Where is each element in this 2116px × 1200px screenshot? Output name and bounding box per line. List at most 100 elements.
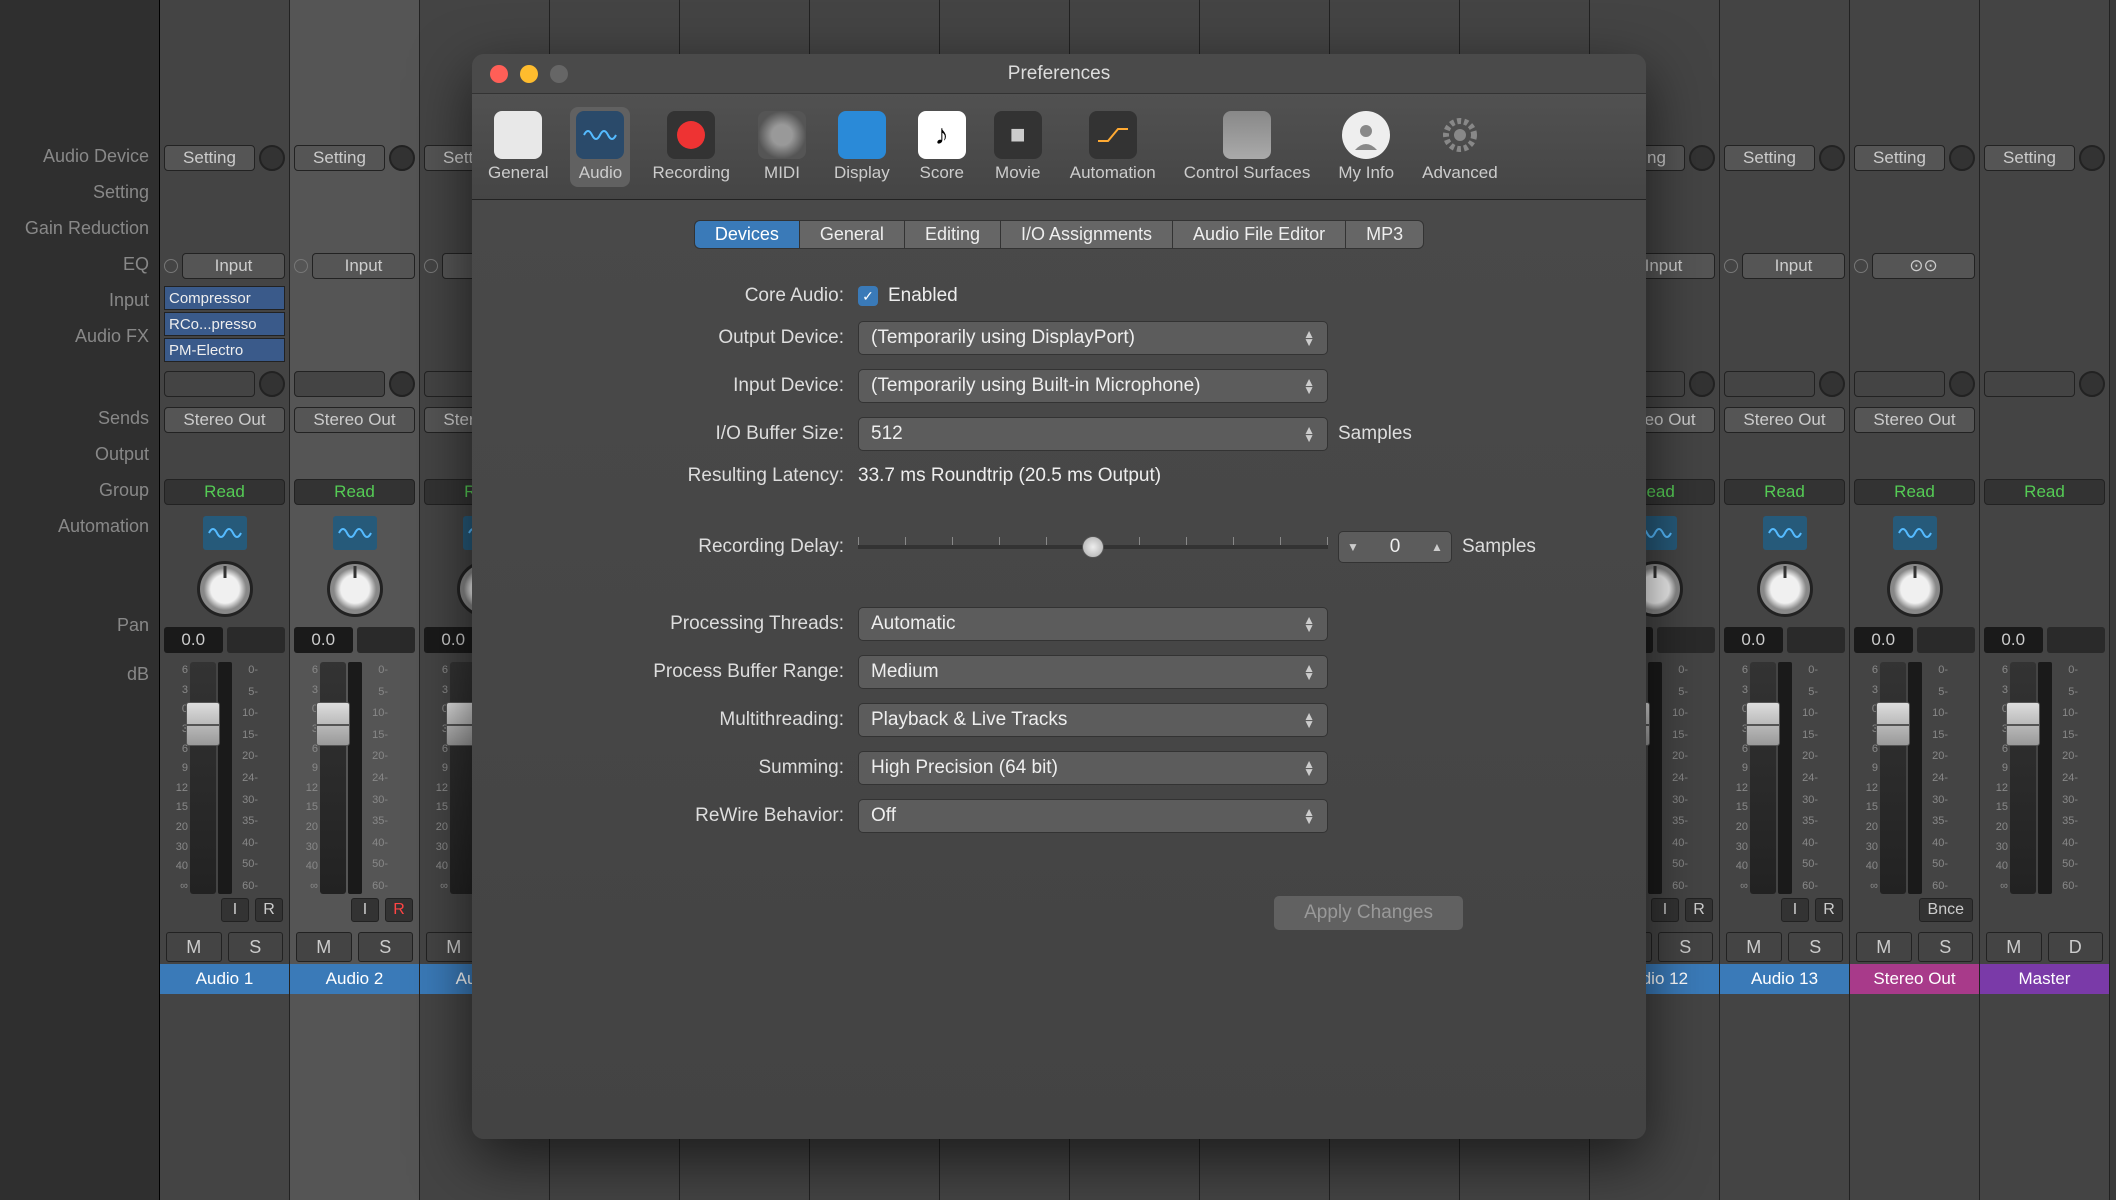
subtab-editing[interactable]: Editing [904, 220, 1000, 249]
tab-advanced[interactable]: Advanced [1416, 107, 1504, 187]
buffer-size-select[interactable]: 512▲▼ [858, 417, 1328, 451]
gain-knob[interactable] [1949, 145, 1975, 171]
waveform-icon[interactable] [1763, 516, 1807, 550]
tab-midi[interactable]: MIDI [752, 107, 812, 187]
output-button[interactable]: Stereo Out [164, 407, 285, 433]
bounce-button[interactable]: Bnce [1919, 898, 1973, 922]
mute-button[interactable]: M [1856, 932, 1912, 962]
gain-knob[interactable] [259, 145, 285, 171]
track-name[interactable]: Audio 1 [160, 964, 289, 994]
subtab-mp3[interactable]: MP3 [1345, 220, 1424, 249]
stepper-up-icon[interactable]: ▲ [1423, 532, 1451, 562]
slider-knob[interactable] [1082, 536, 1104, 558]
input-device-select[interactable]: (Temporarily using Built-in Microphone)▲… [858, 369, 1328, 403]
dim-button[interactable]: D [2048, 932, 2104, 962]
track-name[interactable]: Audio 13 [1720, 964, 1849, 994]
peak-readout[interactable] [1657, 627, 1716, 653]
mute-button[interactable]: M [166, 932, 222, 962]
send-knob[interactable] [259, 371, 285, 397]
solo-button[interactable]: S [1918, 932, 1974, 962]
waveform-icon[interactable] [333, 516, 377, 550]
fader[interactable] [1880, 662, 1906, 894]
summing-select[interactable]: High Precision (64 bit)▲▼ [858, 751, 1328, 785]
mute-button[interactable]: M [1986, 932, 2042, 962]
rewire-behavior-select[interactable]: Off▲▼ [858, 799, 1328, 833]
output-button[interactable]: Stereo Out [294, 407, 415, 433]
gain-knob[interactable] [1689, 145, 1715, 171]
db-readout[interactable]: 0.0 [294, 627, 353, 653]
track-name[interactable]: Master [1980, 964, 2109, 994]
input-monitor-button[interactable]: I [1651, 898, 1679, 922]
tab-audio[interactable]: Audio [570, 107, 630, 187]
minimize-icon[interactable] [520, 65, 538, 83]
mute-button[interactable]: M [296, 932, 352, 962]
gain-knob[interactable] [2079, 145, 2105, 171]
fader[interactable] [2010, 662, 2036, 894]
output-device-select[interactable]: (Temporarily using DisplayPort)▲▼ [858, 321, 1328, 355]
pan-knob[interactable] [327, 561, 383, 617]
automation-mode-button[interactable]: Read [1984, 479, 2105, 505]
waveform-icon[interactable] [1893, 516, 1937, 550]
automation-mode-button[interactable]: Read [294, 479, 415, 505]
input-button[interactable]: Input [1742, 253, 1845, 279]
multithreading-select[interactable]: Playback & Live Tracks▲▼ [858, 703, 1328, 737]
tab-automation[interactable]: Automation [1064, 107, 1162, 187]
fader-handle[interactable] [1876, 702, 1910, 746]
record-enable-button[interactable]: R [385, 898, 413, 922]
input-monitor-button[interactable]: I [351, 898, 379, 922]
input-button[interactable]: ⊙⊙ [1872, 253, 1975, 279]
mute-button[interactable]: M [1726, 932, 1782, 962]
apply-changes-button[interactable]: Apply Changes [1273, 895, 1464, 931]
close-icon[interactable] [490, 65, 508, 83]
fader[interactable] [190, 662, 216, 894]
input-button[interactable]: Input [182, 253, 285, 279]
pan-knob[interactable] [197, 561, 253, 617]
setting-button[interactable]: Setting [1984, 145, 2075, 171]
processing-threads-select[interactable]: Automatic▲▼ [858, 607, 1328, 641]
send-slot[interactable] [1854, 371, 1945, 397]
audio-fx-slots[interactable] [1720, 284, 1849, 366]
audio-fx-slots[interactable] [1850, 284, 1979, 366]
tab-movie[interactable]: ■Movie [988, 107, 1048, 187]
output-button[interactable]: Stereo Out [1724, 407, 1845, 433]
fader[interactable] [1750, 662, 1776, 894]
tab-control-surfaces[interactable]: Control Surfaces [1178, 107, 1317, 187]
audio-fx-slots[interactable] [1980, 284, 2109, 366]
tab-recording[interactable]: Recording [646, 107, 736, 187]
solo-button[interactable]: S [228, 932, 284, 962]
audio-fx-slots[interactable]: CompressorRCo...pressoPM-Electro [160, 284, 289, 366]
subtab-io-assignments[interactable]: I/O Assignments [1000, 220, 1172, 249]
gain-knob[interactable] [389, 145, 415, 171]
input-monitor-button[interactable]: I [1781, 898, 1809, 922]
recording-delay-stepper[interactable]: ▼ 0 ▲ [1338, 531, 1452, 563]
titlebar[interactable]: Preferences [472, 54, 1646, 94]
tab-display[interactable]: Display [828, 107, 896, 187]
setting-button[interactable]: Setting [294, 145, 385, 171]
tab-score[interactable]: ♪Score [912, 107, 972, 187]
peak-readout[interactable] [2047, 627, 2106, 653]
db-readout[interactable]: 0.0 [164, 627, 223, 653]
track-name[interactable]: Audio 2 [290, 964, 419, 994]
peak-readout[interactable] [1917, 627, 1976, 653]
send-slot[interactable] [1724, 371, 1815, 397]
send-knob[interactable] [389, 371, 415, 397]
tab-my-info[interactable]: My Info [1332, 107, 1400, 187]
fx-insert[interactable]: PM-Electro [164, 338, 285, 362]
input-button[interactable]: Input [312, 253, 415, 279]
fx-insert[interactable]: Compressor [164, 286, 285, 310]
record-enable-button[interactable]: R [255, 898, 283, 922]
record-enable-button[interactable]: R [1685, 898, 1713, 922]
subtab-devices[interactable]: Devices [694, 220, 799, 249]
send-knob[interactable] [1949, 371, 1975, 397]
subtab-general[interactable]: General [799, 220, 904, 249]
output-button[interactable]: Stereo Out [1854, 407, 1975, 433]
solo-button[interactable]: S [1658, 932, 1714, 962]
solo-button[interactable]: S [1788, 932, 1844, 962]
recording-delay-slider[interactable] [858, 532, 1328, 562]
peak-readout[interactable] [227, 627, 286, 653]
send-slot[interactable] [164, 371, 255, 397]
stepper-down-icon[interactable]: ▼ [1339, 532, 1367, 562]
fader-handle[interactable] [186, 702, 220, 746]
send-slot[interactable] [1984, 371, 2075, 397]
record-enable-button[interactable]: R [1815, 898, 1843, 922]
